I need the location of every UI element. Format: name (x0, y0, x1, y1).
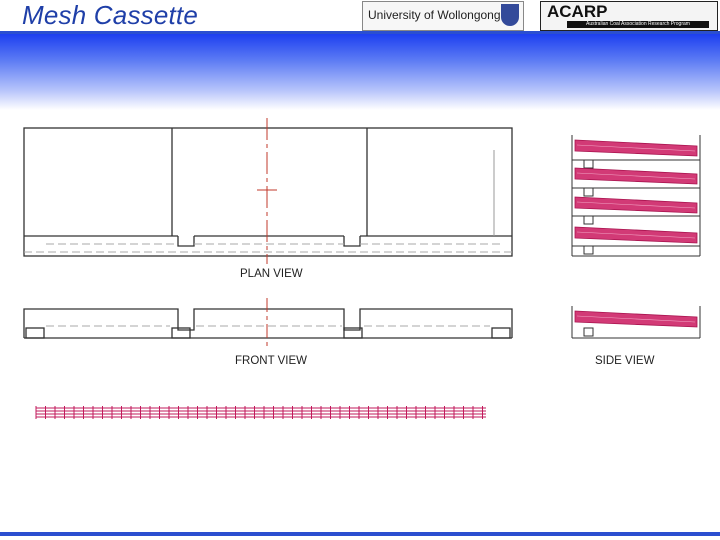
bottom-rule (0, 532, 720, 536)
mesh-strip (35, 406, 486, 419)
